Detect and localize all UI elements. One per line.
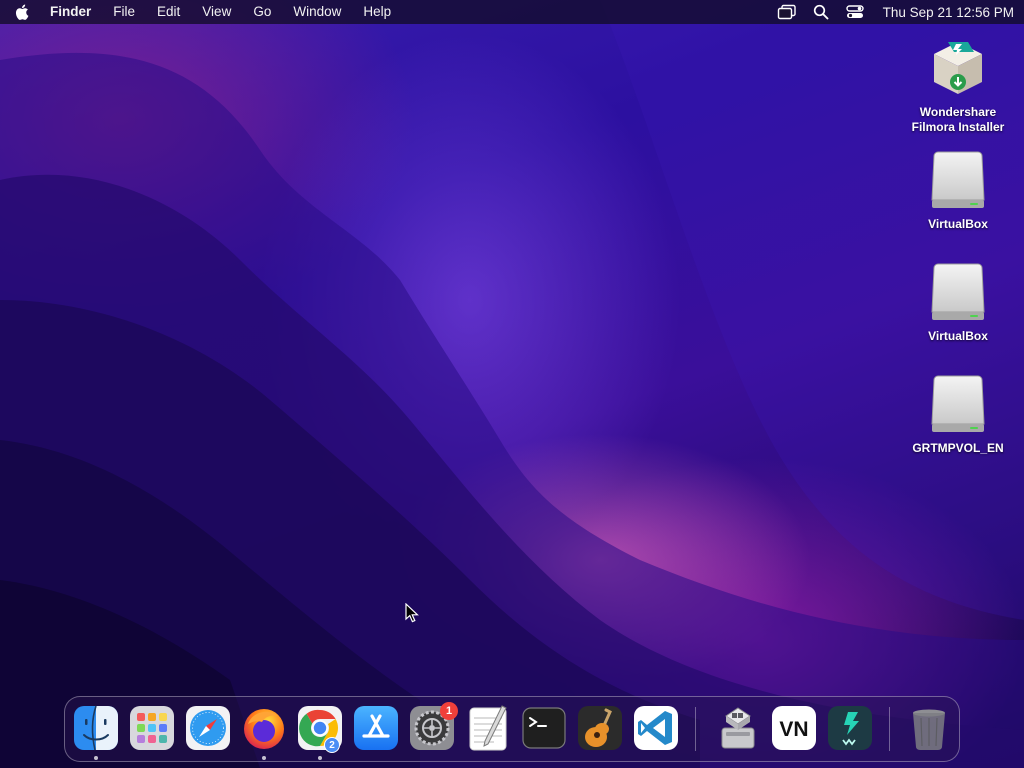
desktop[interactable]: Finder File Edit View Go Window Help Thu… — [0, 0, 1024, 768]
dock-item-chrome[interactable]: 2 — [296, 704, 344, 753]
notification-badge: 1 — [440, 702, 458, 720]
dock-item-vscode[interactable] — [632, 704, 680, 752]
dock-item-system-settings[interactable]: 1 — [408, 702, 458, 752]
screen-mirroring-icon[interactable] — [777, 4, 797, 20]
control-center-icon[interactable] — [845, 4, 865, 20]
vscode-icon — [634, 706, 678, 750]
vn-icon: VN — [772, 706, 816, 750]
firefox-icon — [244, 709, 284, 749]
spotlight-search-icon[interactable] — [811, 4, 831, 20]
desktop-icon-grtmpvol[interactable]: GRTMPVOL_EN — [903, 372, 1013, 456]
dock-separator — [889, 707, 890, 751]
desktop-icon-label: VirtualBox — [928, 329, 988, 343]
menu-go[interactable]: Go — [253, 0, 271, 24]
external-drive-icon — [931, 151, 985, 208]
menu-bar: Finder File Edit View Go Window Help Thu… — [0, 0, 1024, 24]
desktop-icon-label: GRTMPVOL_EN — [912, 441, 1004, 455]
dock-item-app-store[interactable] — [352, 704, 400, 752]
menu-file[interactable]: File — [113, 0, 135, 24]
desktop-icon-label: VirtualBox — [928, 217, 988, 231]
running-indicator — [94, 756, 98, 760]
garageband-icon — [578, 706, 622, 750]
menu-window[interactable]: Window — [293, 0, 341, 24]
wallpaper — [0, 0, 1024, 768]
apple-menu-icon[interactable] — [14, 3, 32, 21]
desktop-icon-filmora-installer[interactable]: Wondershare Filmora Installer — [903, 36, 1013, 135]
menu-help[interactable]: Help — [363, 0, 391, 24]
dock-item-safari[interactable] — [184, 704, 232, 752]
dock-item-finder[interactable] — [72, 704, 120, 752]
menu-edit[interactable]: Edit — [157, 0, 180, 24]
menu-app-finder[interactable]: Finder — [50, 0, 91, 24]
dock-item-boot-camp-assistant[interactable] — [714, 704, 762, 752]
running-indicator — [262, 756, 266, 760]
launchpad-icon — [130, 706, 174, 750]
terminal-icon — [522, 707, 566, 749]
dock-separator — [695, 707, 696, 751]
external-drive-icon — [931, 375, 985, 432]
filmora-icon — [828, 706, 872, 750]
menu-view[interactable]: View — [202, 0, 231, 24]
dock: 2 1 VN — [64, 696, 960, 762]
desktop-icon-virtualbox-2[interactable]: VirtualBox — [903, 260, 1013, 344]
dock-item-vn[interactable]: VN — [770, 704, 818, 752]
dock-item-filmora[interactable] — [826, 704, 874, 752]
package-installer-icon — [934, 42, 982, 94]
dock-item-garageband[interactable] — [576, 704, 624, 752]
disk-utility-icon — [721, 707, 755, 749]
desktop-icon-label: Wondershare Filmora Installer — [911, 105, 1005, 134]
textedit-icon — [469, 705, 507, 751]
dock-item-launchpad[interactable] — [128, 704, 176, 752]
mouse-cursor-icon — [405, 603, 419, 623]
finder-icon — [74, 705, 118, 751]
app-store-icon — [354, 706, 398, 750]
running-indicator — [318, 756, 322, 760]
external-drive-icon — [931, 263, 985, 320]
desktop-icon-virtualbox-1[interactable]: VirtualBox — [903, 148, 1013, 232]
dock-item-firefox[interactable] — [240, 704, 288, 752]
dock-item-terminal[interactable] — [520, 704, 568, 752]
safari-icon — [186, 706, 230, 750]
dock-item-textedit[interactable] — [464, 704, 512, 752]
dock-item-trash[interactable] — [905, 704, 953, 752]
trash-icon — [913, 709, 945, 750]
menu-clock[interactable]: Thu Sep 21 12:56 PM — [883, 5, 1014, 20]
vn-icon-text: VN — [779, 718, 808, 741]
chrome-window-count-badge: 2 — [324, 737, 340, 753]
